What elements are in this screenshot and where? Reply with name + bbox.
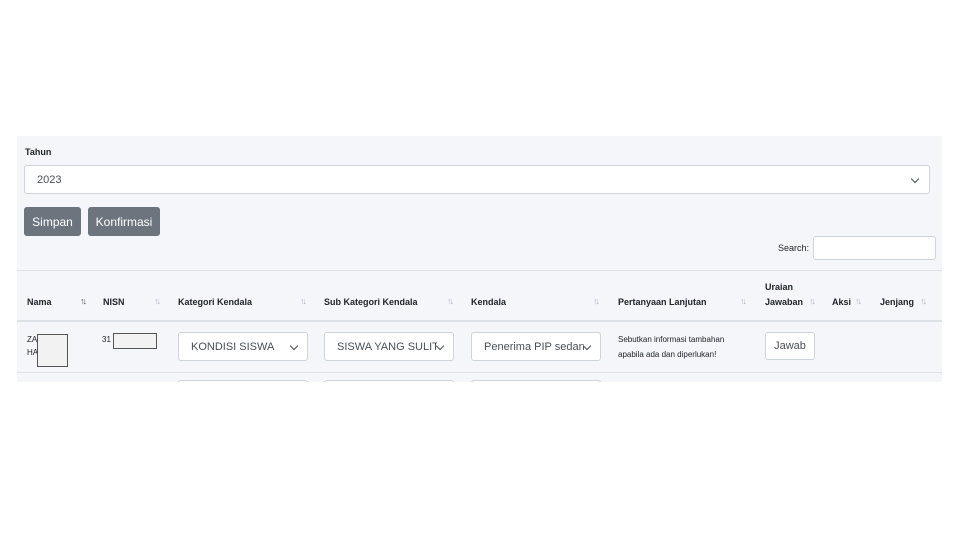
header-uraian[interactable]: Uraian xyxy=(765,280,793,295)
save-button[interactable]: Simpan xyxy=(24,207,81,236)
sort-arrows-icon[interactable]: ↑↓ xyxy=(593,296,600,306)
table-top-divider xyxy=(17,270,942,271)
header-sub-kategori-kendala[interactable]: Sub Kategori Kendala xyxy=(324,295,418,310)
nama-cell-line1: ZA xyxy=(27,335,38,344)
chevron-down-icon xyxy=(910,174,920,184)
search-label: Search: xyxy=(778,243,810,253)
year-select-value: 2023 xyxy=(37,174,62,186)
jawab-button[interactable]: Jawab xyxy=(765,332,815,360)
header-kendala[interactable]: Kendala xyxy=(471,295,506,310)
kendala-value: Penerima PIP sedang tidak aktif xyxy=(484,341,584,353)
row-divider xyxy=(17,372,942,373)
pertanyaan-cell-line1: Sebutkan informasi tambahan xyxy=(618,335,725,344)
year-select[interactable]: 2023 xyxy=(24,165,930,194)
header-jenjang[interactable]: Jenjang xyxy=(880,295,914,310)
kendala-select[interactable]: Penerima PIP sedang tidak aktif xyxy=(471,332,601,361)
sort-arrows-icon[interactable]: ↑↓ xyxy=(447,296,454,306)
kategori-kendala-select[interactable]: KONDISI SISWA xyxy=(178,332,308,361)
header-bottom-divider xyxy=(17,320,942,322)
redaction-box xyxy=(37,334,68,367)
header-aksi[interactable]: Aksi xyxy=(832,295,851,310)
chevron-down-icon xyxy=(582,341,592,351)
chevron-down-icon xyxy=(289,341,299,351)
chevron-down-icon xyxy=(435,341,445,351)
sub-kategori-kendala-select[interactable]: SISWA YANG SULIT DIHUBUNGI xyxy=(324,332,454,361)
search-input[interactable] xyxy=(813,236,936,260)
nisn-cell: 31 xyxy=(102,335,111,344)
header-jawaban[interactable]: Jawaban xyxy=(765,295,803,310)
sort-arrows-icon[interactable]: ↑↓ xyxy=(300,296,307,306)
sort-arrows-icon[interactable]: ↑↓ xyxy=(154,296,161,306)
sort-down-icon[interactable]: ↑↓ xyxy=(80,296,87,306)
next-row-select[interactable] xyxy=(178,380,308,382)
redaction-box xyxy=(113,333,157,349)
sort-arrows-icon[interactable]: ↑↓ xyxy=(740,296,747,306)
year-label: Tahun xyxy=(25,147,52,157)
sort-arrows-icon[interactable]: ↑↓ xyxy=(920,296,927,306)
kategori-kendala-value: KONDISI SISWA xyxy=(191,341,275,353)
next-row-select[interactable] xyxy=(324,380,454,382)
next-row-select[interactable] xyxy=(471,380,601,382)
header-nama[interactable]: Nama xyxy=(27,295,52,310)
confirm-button[interactable]: Konfirmasi xyxy=(88,207,160,236)
header-nisn[interactable]: NISN xyxy=(103,295,125,310)
pertanyaan-cell-line2: apabila ada dan diperlukan! xyxy=(618,350,717,359)
header-pertanyaan-lanjutan[interactable]: Pertanyaan Lanjutan xyxy=(618,295,707,310)
sort-arrows-icon[interactable]: ↑↓ xyxy=(809,296,816,306)
content-panel: Tahun 2023 Simpan Konfirmasi Search: Nam… xyxy=(17,136,942,382)
sub-kategori-kendala-value: SISWA YANG SULIT DIHUBUNGI xyxy=(337,341,437,353)
header-kategori-kendala[interactable]: Kategori Kendala xyxy=(178,295,252,310)
sort-arrows-icon[interactable]: ↑↓ xyxy=(855,296,862,306)
